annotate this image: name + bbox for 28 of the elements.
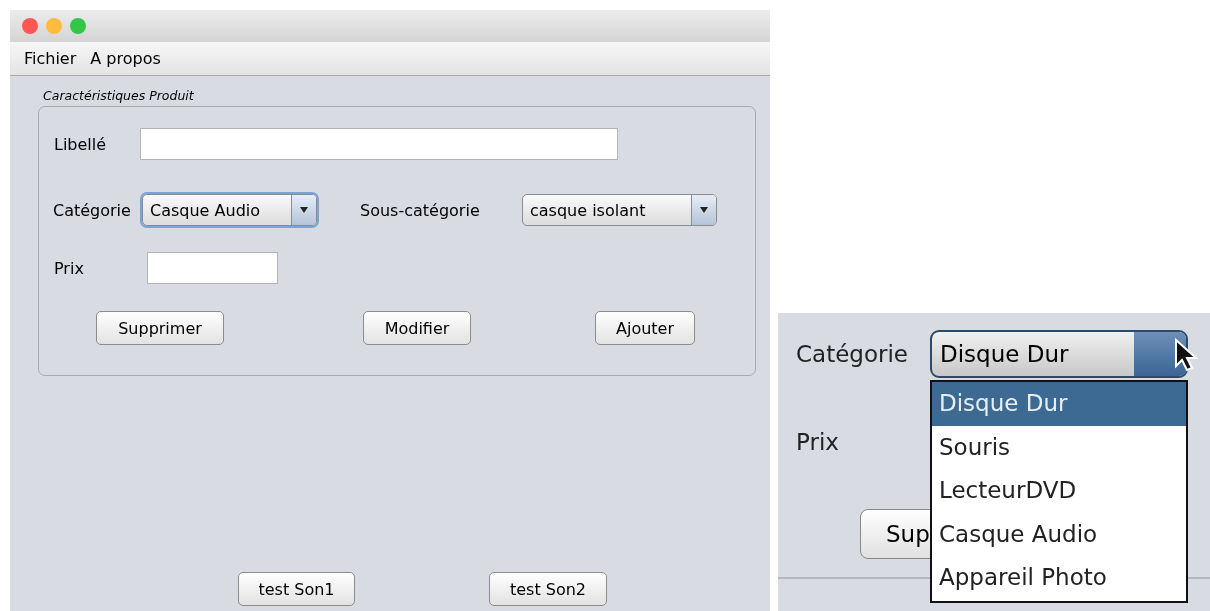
caret-icon — [699, 206, 709, 214]
close-icon[interactable] — [22, 18, 38, 34]
field-label: Libellé — [54, 134, 107, 154]
push-button[interactable]: Modifier — [363, 311, 471, 345]
field-label: Catégorie — [796, 340, 908, 369]
input-field[interactable] — [147, 252, 278, 284]
caret-icon — [299, 206, 309, 214]
group-title: Caractéristiques Produit — [43, 88, 195, 105]
push-button[interactable]: test Son1 — [238, 572, 355, 606]
menu-item[interactable]: A propos — [90, 49, 161, 68]
push-button[interactable]: Ajouter — [595, 311, 695, 345]
list-option[interactable]: Disque Dur — [932, 382, 1186, 426]
field-label: Prix — [796, 429, 839, 455]
minimize-icon[interactable] — [46, 18, 62, 34]
field-label: Prix — [54, 258, 84, 278]
push-button[interactable]: test Son2 — [489, 572, 607, 606]
menu-item[interactable]: Fichier — [24, 49, 77, 68]
cursor-icon — [1174, 338, 1200, 372]
field-label: Sous-catégorie — [360, 200, 480, 220]
field-label: Catégorie — [53, 200, 131, 220]
list-option[interactable]: Souris — [932, 425, 1186, 469]
dropdown[interactable]: Disque Dur — [930, 330, 1188, 378]
dropdown[interactable]: Casque Audio — [142, 194, 317, 226]
dropdown[interactable]: casque isolant — [522, 194, 717, 226]
zoom-icon[interactable] — [70, 18, 86, 34]
list-option[interactable]: Appareil Photo — [932, 556, 1186, 600]
input-field[interactable] — [140, 128, 618, 160]
push-button[interactable]: Supprimer — [96, 311, 224, 345]
